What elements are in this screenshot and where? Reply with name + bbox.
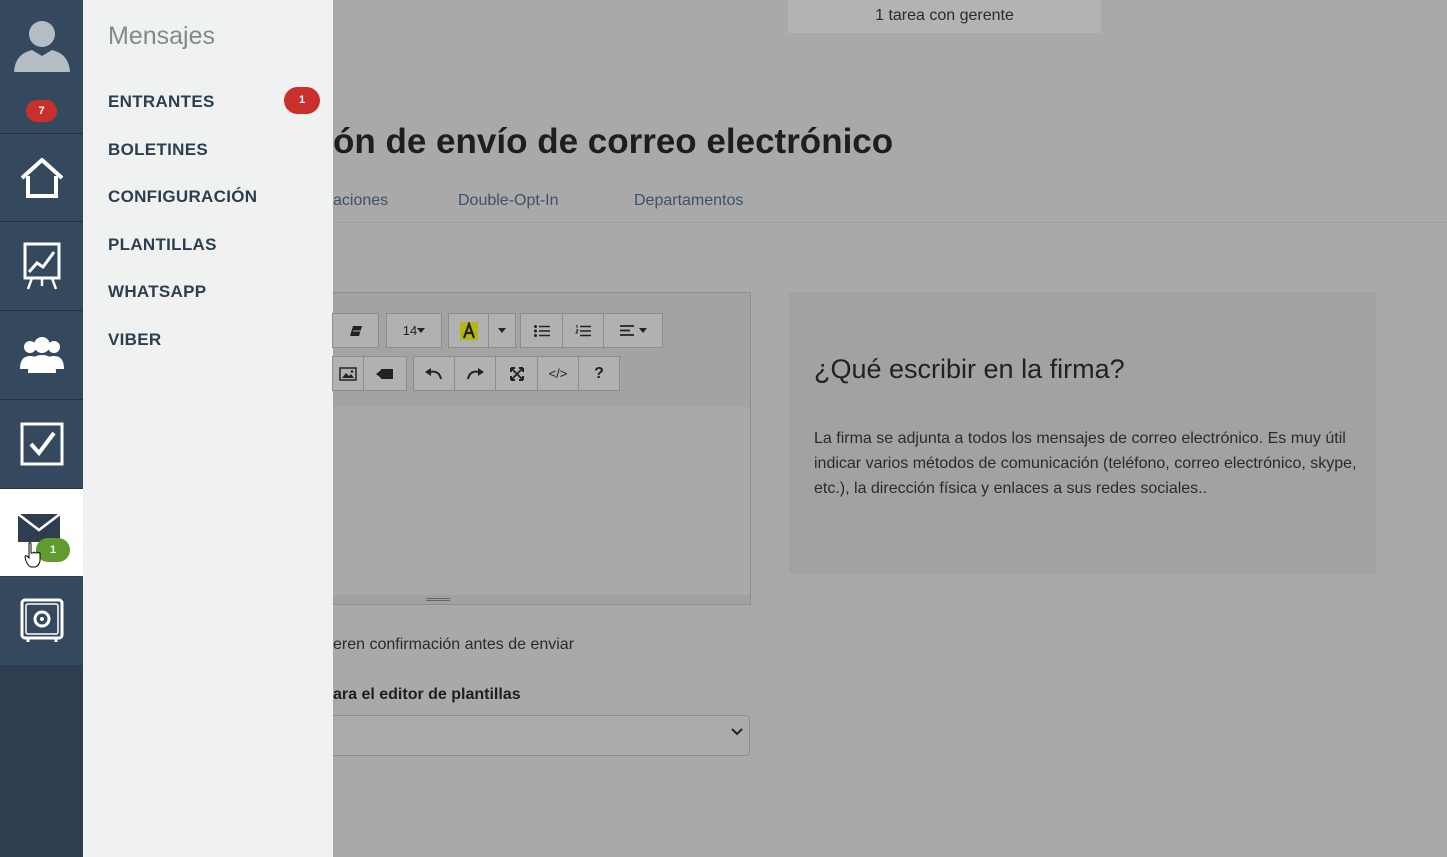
caret-down-icon [638, 327, 647, 333]
bullet-list-button[interactable] [520, 313, 563, 348]
help-label: ? [594, 364, 604, 382]
sidebar-item-tasks[interactable] [0, 400, 83, 489]
editor-toolbar: 14 </> ? [332, 293, 750, 407]
sidebar-item-home[interactable] [0, 134, 83, 222]
task-notice[interactable]: 1 tarea con gerente [788, 0, 1101, 33]
notifications-badge: 7 [26, 99, 57, 122]
sidebar-item-reports[interactable] [0, 222, 83, 311]
eraser-icon [349, 325, 362, 336]
chart-icon [23, 242, 60, 290]
font-color-dropdown[interactable] [488, 313, 516, 348]
bullet-list-icon [533, 324, 550, 337]
insert-image-button[interactable] [332, 356, 364, 391]
undo-button[interactable] [413, 356, 455, 391]
code-view-label: </> [548, 366, 568, 381]
info-title: ¿Qué escribir en la firma? [814, 354, 1125, 384]
undo-icon [425, 367, 442, 379]
image-icon [339, 366, 357, 381]
fullscreen-button[interactable] [495, 356, 538, 391]
chevron-down-icon [731, 728, 743, 736]
menu-item-entrantes[interactable]: ENTRANTES [108, 92, 215, 112]
signature-editor: 14 </> ? [332, 292, 751, 605]
code-view-button[interactable]: </> [537, 356, 579, 391]
sidebar-rail: 7 1 [0, 0, 83, 857]
signature-help-box: ¿Qué escribir en la firma? La firma se a… [789, 292, 1376, 574]
tabs-divider [333, 222, 1447, 223]
redo-button[interactable] [454, 356, 496, 391]
hand-cursor-icon [24, 542, 41, 568]
confirm-before-send-label: eren confirmación antes de enviar [333, 636, 575, 653]
font-color-icon [459, 321, 478, 340]
checkbox-icon [20, 422, 63, 466]
sidebar-item-settings[interactable] [0, 577, 83, 665]
user-profile-button[interactable] [0, 0, 83, 88]
menu-item-whatsapp[interactable]: WHATSAPP [108, 282, 206, 302]
entrantes-badge: 1 [284, 87, 320, 114]
fullscreen-icon [509, 366, 524, 381]
template-editor-select[interactable] [333, 715, 750, 756]
tab-notificaciones[interactable]: aciones [333, 192, 388, 210]
eraser-button[interactable] [332, 313, 379, 348]
font-size-value: 14 [402, 323, 418, 338]
home-icon [20, 157, 63, 198]
menu-item-configuracion[interactable]: CONFIGURACIÓN [108, 187, 257, 207]
tab-departamentos[interactable]: Departamentos [634, 192, 743, 210]
numbered-list-button[interactable] [562, 313, 604, 348]
notifications-button[interactable]: 7 [0, 88, 83, 134]
align-dropdown[interactable] [603, 313, 663, 348]
sidebar-item-contacts[interactable] [0, 311, 83, 400]
info-text: La firma se adjunta a todos los mensajes… [814, 430, 1357, 497]
redo-icon [467, 367, 484, 379]
menu-item-plantillas[interactable]: PLANTILLAS [108, 235, 217, 255]
menu-item-boletines[interactable]: BOLETINES [108, 140, 208, 160]
flyout-title: Mensajes [108, 22, 215, 50]
video-icon [376, 368, 393, 379]
messages-flyout-menu: Mensajes ENTRANTES 1 BOLETINES CONFIGURA… [83, 0, 333, 857]
tab-double-opt-in[interactable]: Double-Opt-In [458, 192, 559, 210]
editor-text-area[interactable] [333, 407, 750, 595]
editor-resize-handle[interactable] [333, 595, 750, 604]
caret-down-icon [498, 327, 506, 333]
font-size-dropdown[interactable]: 14 [386, 313, 442, 348]
safe-icon [20, 598, 63, 642]
template-editor-label: ara el editor de plantillas [333, 686, 521, 703]
numbered-list-icon [575, 324, 591, 336]
help-button[interactable]: ? [578, 356, 620, 391]
people-icon [19, 337, 64, 373]
caret-down-icon [417, 327, 426, 333]
menu-item-viber[interactable]: VIBER [108, 330, 161, 350]
font-color-button[interactable] [448, 313, 489, 348]
align-left-icon [619, 325, 634, 336]
user-avatar-icon [13, 21, 70, 72]
insert-video-button[interactable] [363, 356, 407, 391]
page-title: ón de envío de correo electrónico [333, 122, 894, 161]
